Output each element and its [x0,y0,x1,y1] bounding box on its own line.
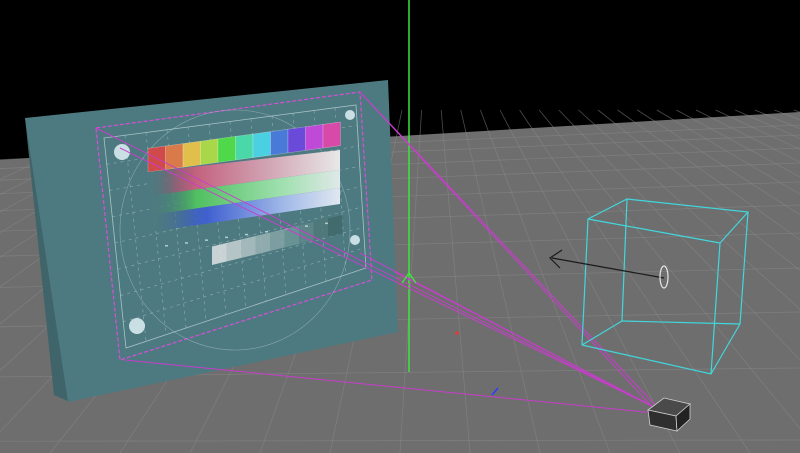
3d-viewport[interactable] [0,0,800,453]
viewport-canvas[interactable] [0,0,800,453]
